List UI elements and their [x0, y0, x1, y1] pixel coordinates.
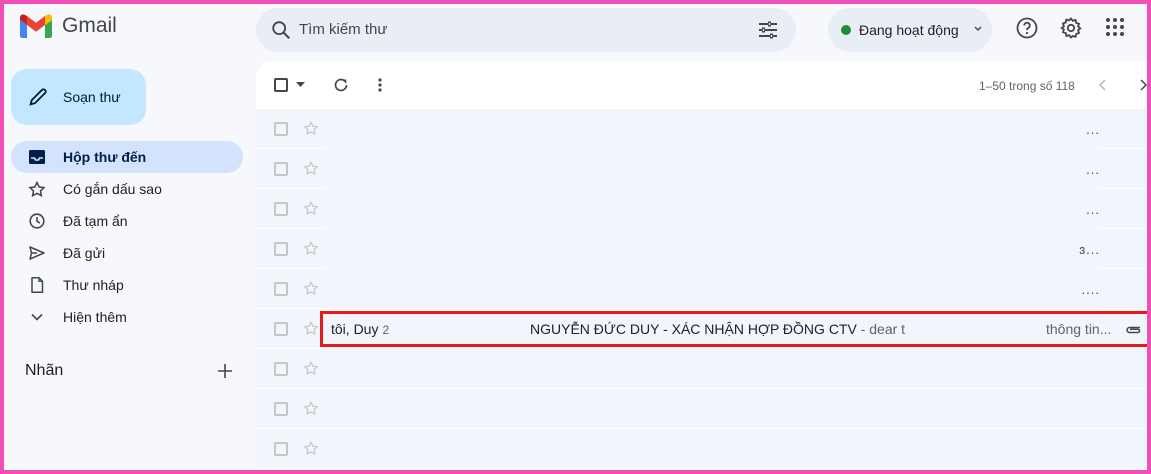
star-icon[interactable]	[303, 440, 319, 456]
sidebar-nav: Hộp thư đến Có gắn dấu sao Đã tạm ẩn Đã …	[11, 141, 243, 333]
status-active-dot	[841, 25, 851, 35]
redacted-content	[326, 229, 1098, 269]
star-icon[interactable]	[303, 360, 319, 376]
sidebar-item-label: Hộp thư đến	[63, 149, 147, 165]
list-toolbar: 1–50 trong số 118	[256, 61, 1151, 109]
search-bar[interactable]: Tìm kiếm thư	[256, 8, 796, 52]
truncated-text: ɜ...	[1079, 242, 1100, 257]
sidebar-item-label: Hiện thêm	[63, 309, 127, 325]
chevron-down-icon	[31, 313, 43, 321]
row-checkbox[interactable]	[274, 442, 288, 456]
row-checkbox[interactable]	[274, 242, 288, 256]
truncated-text: ...	[1086, 122, 1100, 137]
star-icon	[28, 181, 46, 197]
tune-icon[interactable]	[756, 18, 780, 42]
sender-names: tôi, Duy	[331, 321, 379, 337]
sidebar-item-label: Có gắn dấu sao	[63, 181, 162, 197]
row-checkbox[interactable]	[274, 122, 288, 136]
row-checkbox[interactable]	[274, 362, 288, 376]
chevron-right-icon[interactable]	[1138, 79, 1148, 91]
attachment-name[interactable]: thông tin...	[1046, 321, 1111, 337]
pencil-icon	[29, 88, 47, 106]
truncated-text: ...	[1086, 202, 1100, 217]
gmail-logo[interactable]: Gmail	[20, 14, 117, 38]
sidebar-item-label: Đã gửi	[63, 245, 106, 261]
sidebar-item-drafts[interactable]: Thư nháp	[11, 269, 243, 301]
sidebar-item-sent[interactable]: Đã gửi	[11, 237, 243, 269]
email-subject-line: NGUYỄN ĐỨC DUY - XÁC NHẬN HỢP ĐỒNG CTV -…	[530, 321, 905, 337]
labels-heading: Nhãn	[25, 362, 64, 379]
apps-grid-icon[interactable]	[1104, 16, 1126, 38]
row-checkbox[interactable]	[274, 162, 288, 176]
app-name: Gmail	[62, 14, 117, 37]
star-icon[interactable]	[303, 320, 319, 336]
inbox-icon	[29, 150, 45, 164]
sidebar-item-starred[interactable]: Có gắn dấu sao	[11, 173, 243, 205]
row-checkbox[interactable]	[274, 202, 288, 216]
star-icon[interactable]	[303, 280, 319, 296]
help-icon[interactable]	[1015, 16, 1039, 40]
compose-label: Soạn thư	[63, 89, 121, 105]
email-row[interactable]: ...	[256, 189, 1146, 229]
email-row-highlighted[interactable]: tôi, Duy 2 NGUYỄN ĐỨC DUY - XÁC NHẬN HỢP …	[256, 309, 1146, 349]
sidebar-item-inbox[interactable]: Hộp thư đến	[11, 141, 243, 173]
sidebar-item-label: Thư nháp	[63, 277, 124, 293]
more-vert-icon[interactable]	[377, 77, 383, 93]
message-list-panel: 1–50 trong số 118 ... ... ... ɜ... .... …	[256, 61, 1151, 474]
email-row[interactable]	[256, 429, 1146, 469]
star-icon[interactable]	[303, 240, 319, 256]
row-checkbox[interactable]	[274, 322, 288, 336]
search-input[interactable]: Tìm kiếm thư	[299, 21, 387, 38]
gmail-m-icon	[20, 14, 52, 38]
redacted-content	[326, 269, 1098, 309]
add-label-icon[interactable]	[216, 362, 234, 380]
email-sender: tôi, Duy 2	[331, 321, 389, 337]
sidebar-item-more[interactable]: Hiện thêm	[11, 301, 243, 333]
send-icon	[29, 246, 45, 260]
caret-down-icon[interactable]	[296, 82, 305, 88]
clock-icon	[29, 213, 45, 229]
redacted-content	[326, 149, 1098, 189]
truncated-text: ....	[1081, 282, 1100, 297]
star-icon[interactable]	[303, 120, 319, 136]
email-list: ... ... ... ɜ... .... tôi, Duy 2 NGUYỄN …	[256, 109, 1146, 469]
star-icon[interactable]	[303, 400, 319, 416]
redacted-content	[326, 109, 1098, 149]
email-snippet: - dear t	[856, 321, 906, 337]
pagination-text: 1–50 trong số 118	[979, 79, 1075, 93]
star-icon[interactable]	[303, 200, 319, 216]
email-row[interactable]: ...	[256, 149, 1146, 189]
status-selector[interactable]: Đang hoạt động	[828, 8, 992, 52]
redacted-content	[326, 189, 1098, 229]
row-checkbox[interactable]	[274, 402, 288, 416]
email-row[interactable]	[256, 349, 1146, 389]
row-checkbox[interactable]	[274, 282, 288, 296]
draft-icon	[31, 277, 44, 293]
sidebar-item-label: Đã tạm ẩn	[63, 213, 128, 229]
select-all-checkbox[interactable]	[274, 78, 288, 92]
compose-button[interactable]: Soạn thư	[11, 69, 146, 125]
sidebar-item-snoozed[interactable]: Đã tạm ẩn	[11, 205, 243, 237]
email-subject: NGUYỄN ĐỨC DUY - XÁC NHẬN HỢP ĐỒNG CTV	[530, 321, 857, 337]
truncated-text: ...	[1086, 162, 1100, 177]
email-row[interactable]: ɜ...	[256, 229, 1146, 269]
chevron-left-icon[interactable]	[1098, 79, 1108, 91]
thread-count: 2	[382, 323, 390, 337]
star-icon[interactable]	[303, 160, 319, 176]
status-label: Đang hoạt động	[859, 22, 959, 38]
gear-icon[interactable]	[1059, 16, 1083, 40]
chevron-down-icon	[974, 26, 982, 31]
email-row[interactable]	[256, 389, 1146, 429]
email-row[interactable]: ...	[256, 109, 1146, 149]
email-row[interactable]: ....	[256, 269, 1146, 309]
refresh-icon[interactable]	[333, 77, 349, 93]
search-icon[interactable]	[270, 19, 292, 41]
attachment-icon	[1126, 326, 1141, 334]
